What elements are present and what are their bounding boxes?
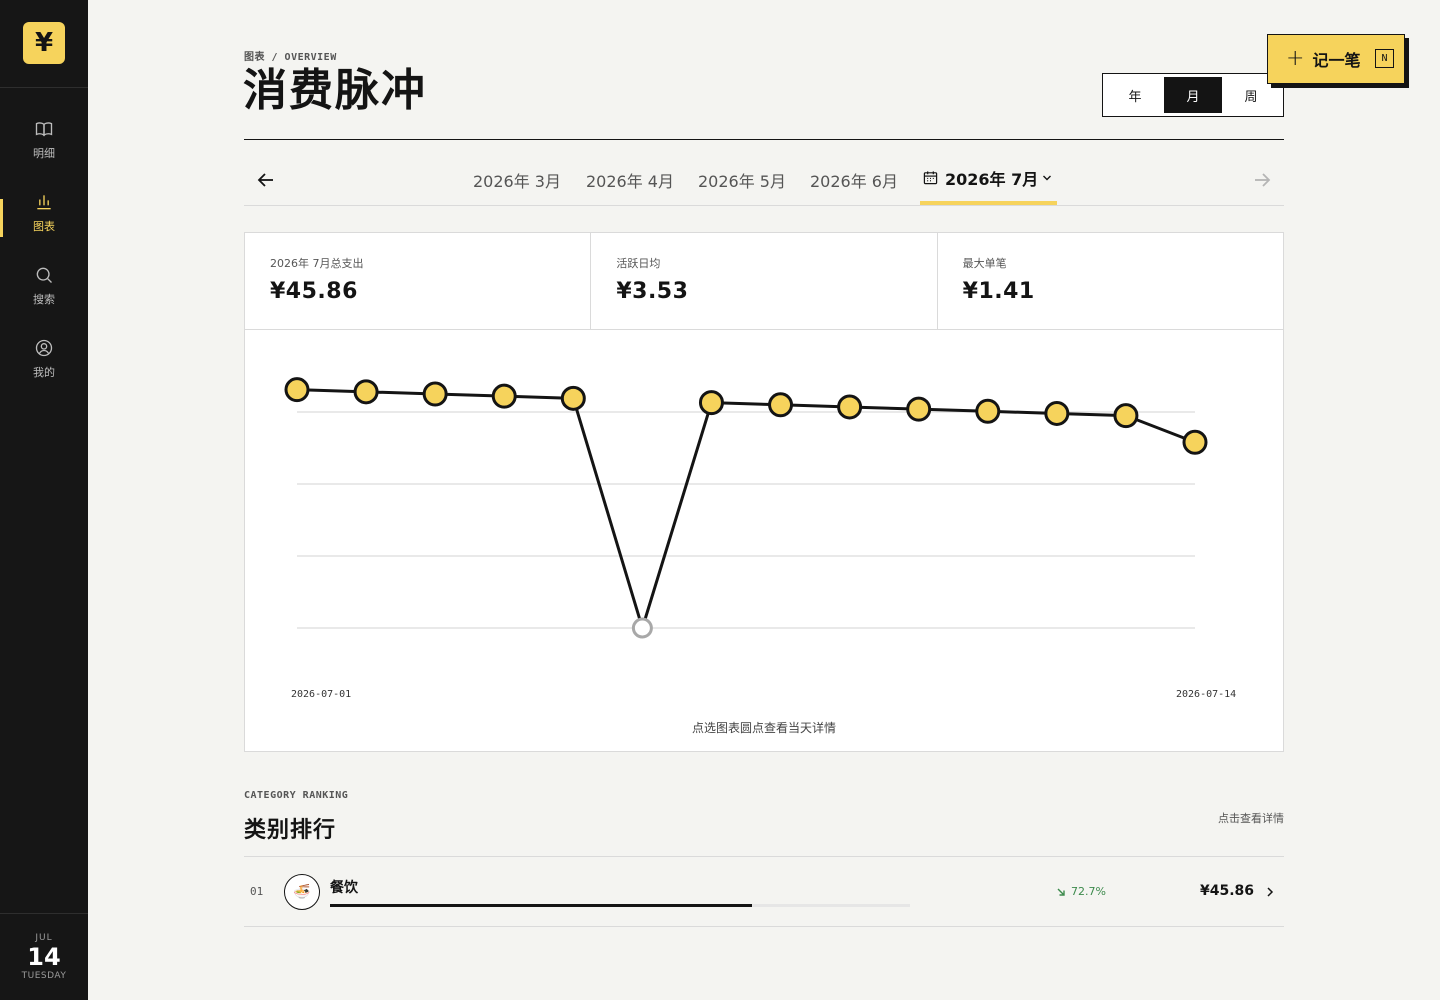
data-point[interactable] [975,398,1001,424]
sidebar-item-search[interactable]: 搜索 [0,256,88,316]
data-point[interactable] [906,396,932,422]
chevron-right-icon [1267,887,1274,897]
x-tick-label: 2026-07-14 [1176,689,1237,700]
breadcrumb: 图表 / OVERVIEW [244,52,337,63]
category-name: 餐饮 [330,880,358,896]
sidebar-item-label: 明细 [33,147,55,160]
data-point[interactable] [560,385,586,411]
data-point[interactable] [284,377,310,403]
category-share-fill [330,904,752,907]
today-day: 14 [27,943,61,971]
category-amount: ¥45.86 [1199,883,1254,899]
category-share-bar [330,904,910,907]
data-point[interactable] [1044,400,1070,426]
data-point[interactable] [837,394,863,420]
stat-daily-average: 活跃日均 ¥3.53 [591,233,938,329]
sidebar-item-label: 我的 [33,366,55,379]
shortcut-key-badge: N [1375,49,1394,68]
month-tab[interactable]: 2026年 4月 [586,168,674,192]
stat-value: ¥1.41 [962,279,1035,304]
data-point[interactable] [422,381,448,407]
search-icon [36,267,52,283]
page-title: 消费脉冲 [243,65,427,116]
month-tab-current[interactable]: 2026年 7月 [945,166,1038,190]
month-navigator: 2026年 3月 2026年 4月 2026年 5月 2026年 6月 2026… [244,152,1284,206]
noodle-bowl-icon: 🍜 [284,874,320,910]
stat-value: ¥45.86 [270,279,358,304]
bar-chart-icon [37,195,51,210]
data-point-empty[interactable] [631,617,653,639]
period-month-button[interactable]: 月 [1164,77,1222,113]
today-month: JUL [35,933,53,943]
spending-line-chart [284,377,1208,639]
arrow-right-icon[interactable] [1250,168,1274,192]
sidebar-item-label: 搜索 [33,293,55,306]
ranking-eyebrow: CATEGORY RANKING [244,790,349,801]
plus-icon: + [1286,46,1305,71]
sidebar-item-details[interactable]: 明细 [0,110,88,170]
category-row[interactable]: 01 🍜 餐饮 72.7% ¥45.86 [244,857,1284,927]
user-circle-icon [35,339,53,357]
overview-panel: 2026年 7月总支出 ¥45.86 活跃日均 ¥3.53 最大单笔 ¥1.41… [244,232,1284,752]
ranking-hint: 点击查看详情 [1218,812,1284,825]
stat-label: 最大单笔 [962,257,1007,270]
period-toggle: 年 月 周 [1102,73,1284,117]
category-percent: 72.7% [1071,885,1106,898]
month-tab[interactable]: 2026年 5月 [698,168,786,192]
stat-total: 2026年 7月总支出 ¥45.86 [245,233,592,329]
sidebar: ¥ 明细 图表 搜索 我的 JUL 14 TUESDAY [0,0,88,1000]
chart-hint: 点选图表圆点查看当天详情 [691,721,836,735]
month-tab[interactable]: 2026年 3月 [473,168,561,192]
add-record-label: 记一笔 [1312,51,1361,70]
stat-label: 2026年 7月总支出 [270,257,364,270]
arrow-down-right-icon [1057,888,1065,896]
app-logo[interactable]: ¥ [23,22,65,64]
data-point[interactable] [768,392,794,418]
stat-label: 活跃日均 [616,257,661,270]
data-point[interactable] [698,390,724,416]
sidebar-item-label: 图表 [33,220,55,233]
calendar-icon [923,171,938,185]
period-year-button[interactable]: 年 [1106,77,1164,113]
today-weekday: TUESDAY [21,971,67,981]
data-point[interactable] [353,379,379,405]
today-date: JUL 14 TUESDAY [0,914,88,1000]
category-rank: 01 [250,885,264,898]
data-point[interactable] [491,383,517,409]
ranking-title: 类别排行 [244,818,337,843]
stat-value: ¥3.53 [616,279,689,304]
sidebar-item-charts[interactable]: 图表 [0,183,88,243]
header-divider [244,139,1284,140]
sidebar-item-profile[interactable]: 我的 [0,329,88,389]
data-point[interactable] [1182,429,1208,455]
chevron-down-icon[interactable] [1042,174,1052,182]
month-tab-indicator [920,201,1057,205]
stat-max-single: 最大单笔 ¥1.41 [938,233,1283,329]
add-record-button[interactable]: + 记一笔 N [1267,34,1405,84]
book-icon [35,122,53,137]
arrow-left-icon[interactable] [254,168,278,192]
month-tab[interactable]: 2026年 6月 [810,168,898,192]
x-tick-label: 2026-07-01 [291,689,352,700]
data-point[interactable] [1113,403,1139,429]
summary-stats: 2026年 7月总支出 ¥45.86 活跃日均 ¥3.53 最大单笔 ¥1.41 [245,233,1283,330]
sidebar-divider [0,87,88,88]
category-trend: 72.7% [1056,885,1106,898]
